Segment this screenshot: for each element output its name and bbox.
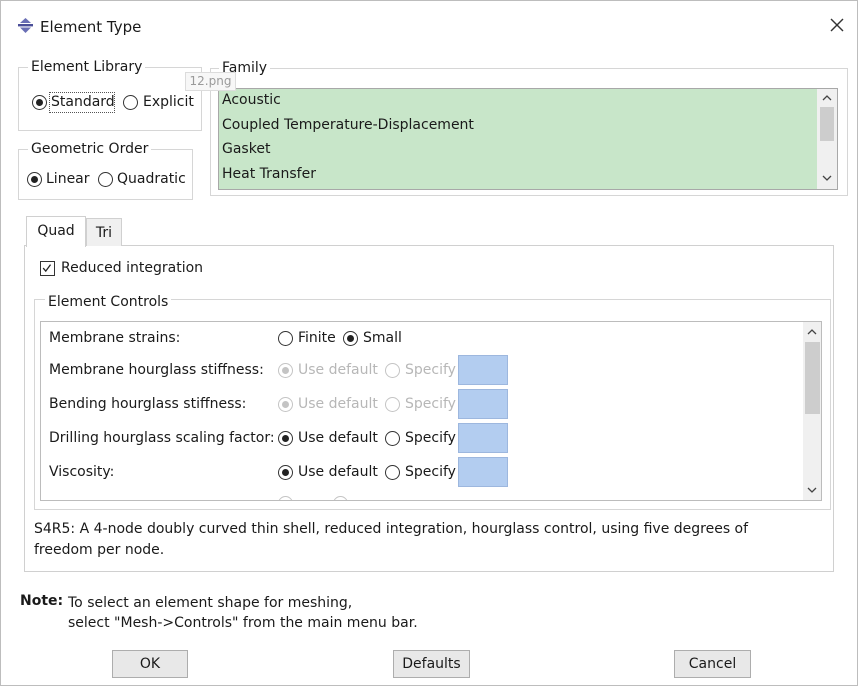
drilling-hourglass-value-field[interactable] [458, 423, 508, 453]
bending-hourglass-default-radio [278, 397, 293, 412]
family-item-acoustic[interactable]: Acoustic [222, 92, 281, 108]
defaults-button[interactable]: Defaults [393, 650, 470, 678]
scroll-up-icon[interactable] [821, 93, 833, 103]
drilling-hourglass-specify-label[interactable]: Specify [405, 430, 456, 446]
element-library-title: Element Library [28, 59, 146, 75]
element-controls-scrollbar[interactable] [803, 322, 821, 500]
image-tooltip: 12.png [185, 72, 236, 91]
viscosity-default-label[interactable]: Use default [298, 464, 378, 480]
membrane-hourglass-specify-radio [385, 363, 400, 378]
standard-radio[interactable] [32, 95, 47, 110]
cancel-button[interactable]: Cancel [674, 650, 751, 678]
viscosity-specify-label[interactable]: Specify [405, 464, 456, 480]
note-text: To select an element shape for meshing, … [68, 593, 418, 633]
scroll-down-icon[interactable] [806, 485, 818, 495]
standard-label[interactable]: Standard [51, 94, 115, 110]
bending-hourglass-specify-label: Specify [405, 396, 456, 412]
bending-hourglass-label: Bending hourglass stiffness: [49, 396, 247, 412]
bending-hourglass-specify-radio [385, 397, 400, 412]
membrane-hourglass-default-radio [278, 363, 293, 378]
tab-quad[interactable]: Quad [26, 216, 86, 247]
element-controls-scroll-area[interactable]: Membrane strains: Finite Small Membrane … [40, 321, 822, 501]
scroll-up-icon[interactable] [806, 327, 818, 337]
window-title: Element Type [40, 18, 142, 36]
element-type-dialog: Element Type Element Library Standard Ex… [0, 0, 858, 686]
viscosity-specify-radio[interactable] [385, 465, 400, 480]
family-list[interactable]: Acoustic Coupled Temperature-Displacemen… [218, 88, 838, 190]
drilling-hourglass-label: Drilling hourglass scaling factor: [49, 430, 275, 446]
membrane-hourglass-value-field [458, 355, 508, 385]
linear-radio[interactable] [27, 172, 42, 187]
membrane-strains-small-radio[interactable] [343, 331, 358, 346]
geometric-order-title: Geometric Order [28, 141, 152, 157]
checkmark-icon [42, 264, 52, 273]
explicit-radio[interactable] [123, 95, 138, 110]
ok-button[interactable]: OK [112, 650, 188, 678]
bending-hourglass-value-field [458, 389, 508, 419]
membrane-strains-finite-label[interactable]: Finite [298, 330, 336, 346]
partial-row-radio [333, 496, 348, 500]
explicit-label[interactable]: Explicit [143, 94, 194, 110]
bending-hourglass-default-label: Use default [298, 396, 378, 412]
membrane-hourglass-specify-label: Specify [405, 362, 456, 378]
family-item-gasket[interactable]: Gasket [222, 141, 270, 157]
membrane-strains-label: Membrane strains: [49, 330, 181, 346]
membrane-strains-finite-radio[interactable] [278, 331, 293, 346]
drilling-hourglass-default-radio[interactable] [278, 431, 293, 446]
reduced-integration-label[interactable]: Reduced integration [61, 260, 203, 276]
close-icon[interactable] [827, 15, 847, 35]
element-controls-scroll-thumb[interactable] [805, 342, 820, 414]
abaqus-app-icon [18, 18, 33, 33]
note-label: Note: [20, 593, 64, 609]
partial-row-radio [278, 496, 293, 500]
membrane-hourglass-default-label: Use default [298, 362, 378, 378]
reduced-integration-checkbox[interactable] [40, 261, 55, 276]
title-bar: Element Type [1, 1, 857, 45]
quadratic-label[interactable]: Quadratic [117, 171, 186, 187]
membrane-hourglass-label: Membrane hourglass stiffness: [49, 362, 264, 378]
element-controls-title: Element Controls [45, 294, 172, 310]
linear-label[interactable]: Linear [46, 171, 90, 187]
element-description-line1: S4R5: A 4-node doubly curved thin shell,… [34, 521, 749, 537]
quadratic-radio[interactable] [98, 172, 113, 187]
drilling-hourglass-specify-radio[interactable] [385, 431, 400, 446]
family-item-coupled-temp-disp[interactable]: Coupled Temperature-Displacement [222, 117, 474, 133]
membrane-strains-small-label[interactable]: Small [363, 330, 402, 346]
scroll-down-icon[interactable] [821, 173, 833, 183]
tab-tri[interactable]: Tri [86, 218, 122, 246]
element-description-line2: freedom per node. [34, 542, 165, 558]
element-description: S4R5: A 4-node doubly curved thin shell,… [34, 519, 824, 561]
viscosity-label: Viscosity: [49, 464, 115, 480]
family-scrollbar[interactable] [817, 89, 837, 189]
viscosity-default-radio[interactable] [278, 465, 293, 480]
drilling-hourglass-default-label[interactable]: Use default [298, 430, 378, 446]
viscosity-value-field[interactable] [458, 457, 508, 487]
note-line1: To select an element shape for meshing, [68, 595, 353, 611]
family-item-heat-transfer[interactable]: Heat Transfer [222, 166, 316, 182]
note-line2: select "Mesh->Controls" from the main me… [68, 615, 418, 631]
family-scroll-thumb[interactable] [820, 107, 834, 141]
